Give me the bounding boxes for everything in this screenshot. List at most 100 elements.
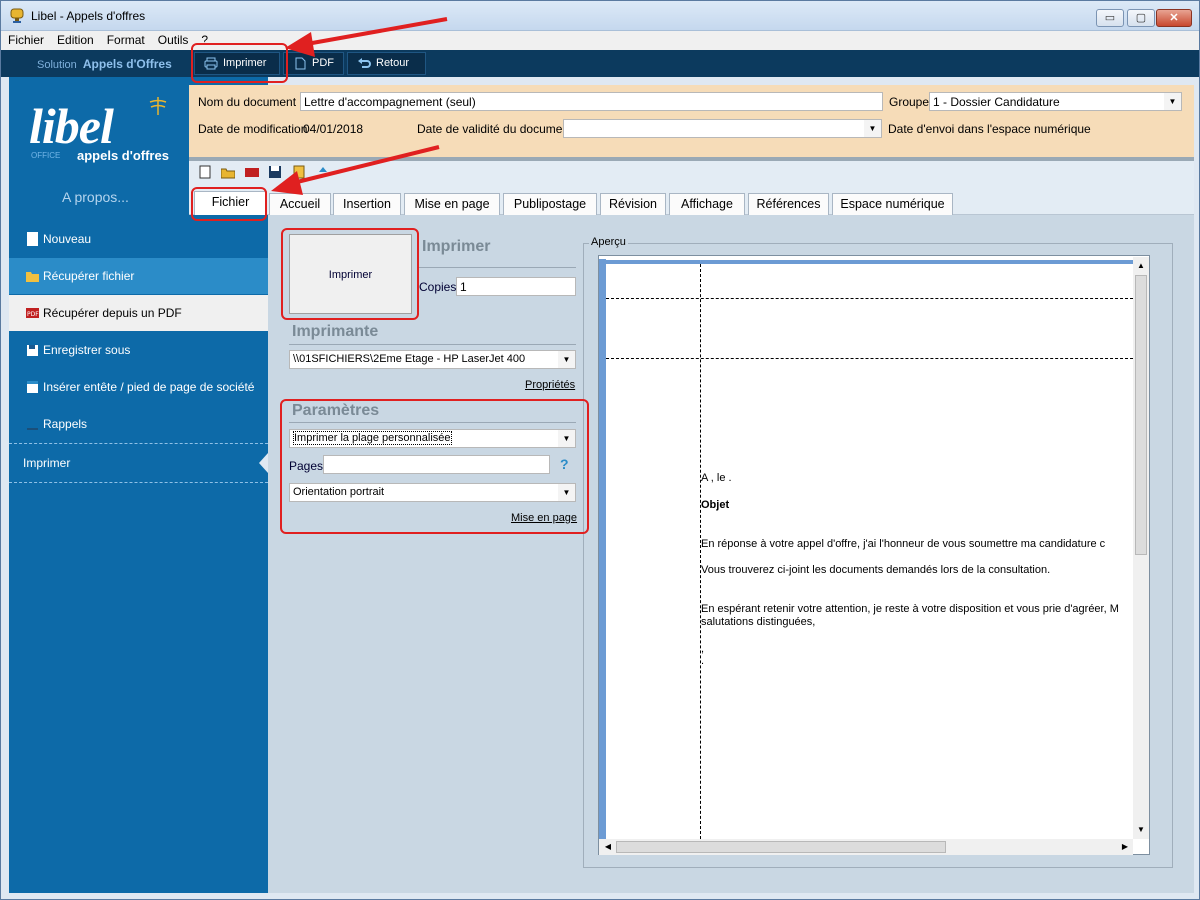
save-as-icon <box>27 345 38 356</box>
annotation-box <box>280 399 589 534</box>
sidebar-item-recuperer-fichier[interactable]: Récupérer fichier <box>9 258 268 294</box>
scroll-right-icon[interactable]: ▶ <box>1118 842 1132 851</box>
preview-line: . <box>701 655 705 667</box>
properties-link[interactable]: Propriétés <box>525 379 575 391</box>
sidebar-item-nouveau[interactable]: Nouveau <box>9 221 268 257</box>
validity-label: Date de validité du document <box>417 122 573 136</box>
scroll-up-icon[interactable]: ▲ <box>1134 261 1148 270</box>
pdf-file-icon: PDF <box>26 308 39 318</box>
sidebar-item-inserer-entete[interactable]: Insérer entête / pied de page de société <box>9 369 268 405</box>
dragonfly-icon <box>149 97 167 115</box>
menu-edition[interactable]: Edition <box>50 31 100 47</box>
solution-name: Appels d'Offres <box>82 57 172 71</box>
preview-line: En réponse à votre appel d'offre, j'ai l… <box>701 538 1106 550</box>
main-toolbar: Solution Appels d'Offres Imprimer PDF Re… <box>1 50 1199 77</box>
annotation-box <box>191 187 267 221</box>
new-file-icon[interactable] <box>198 165 212 179</box>
menu-outils[interactable]: Outils <box>151 31 195 47</box>
margin-guide-horizontal <box>606 358 1133 359</box>
preview-line: , <box>701 643 705 655</box>
preview-line: A , le . <box>701 472 732 484</box>
sidebar-item-recuperer-pdf[interactable]: PDF Récupérer depuis un PDF <box>9 295 268 331</box>
printer-select[interactable]: \\01SFICHIERS\2Eme Etage - HP LaserJet 4… <box>289 350 576 369</box>
pdf-export-icon[interactable] <box>245 165 259 179</box>
sidebar-item-imprimer[interactable]: Imprimer <box>9 445 268 481</box>
header-footer-icon <box>27 381 38 393</box>
printer-value: \\01SFICHIERS\2Eme Etage - HP LaserJet 4… <box>293 353 526 365</box>
sidebar-item-enregistrer-sous[interactable]: Enregistrer sous <box>9 332 268 368</box>
doc-name-field[interactable]: Lettre d'accompagnement (seul) <box>300 92 883 111</box>
doc-name-label: Nom du document <box>198 95 297 109</box>
chevron-down-icon: ▼ <box>1164 93 1181 110</box>
tab-affichage[interactable]: Affichage <box>669 193 745 215</box>
selection-pointer <box>259 453 268 473</box>
divider <box>289 344 576 345</box>
page-margin-stripe <box>599 259 606 839</box>
window-title: Libel - Appels d'offres <box>31 9 146 23</box>
print-section-title: Imprimer <box>422 238 491 255</box>
trophy-icon <box>10 8 24 23</box>
menu-fichier[interactable]: Fichier <box>1 31 50 47</box>
annotation-arrow <box>285 17 448 57</box>
preview-line: Vous trouverez ci-joint les documents de… <box>701 564 1051 576</box>
preview-line: Objet <box>701 499 730 511</box>
minimize-button[interactable]: ▭ <box>1096 9 1124 27</box>
sidebar-item-label: Récupérer fichier <box>43 269 135 283</box>
sidebar-item-rappels[interactable]: Rappels <box>9 406 268 442</box>
menu-format[interactable]: Format <box>100 31 151 47</box>
group-value: 1 - Dossier Candidature <box>933 95 1060 109</box>
reminder-icon <box>27 428 38 430</box>
annotation-box <box>281 228 419 320</box>
logo-office: OFFICE <box>31 151 61 160</box>
maximize-button[interactable]: ▢ <box>1127 9 1155 27</box>
printer-section-title: Imprimante <box>292 323 379 340</box>
solution-label: Solution Appels d'Offres <box>37 57 172 71</box>
sidebar-item-label: Enregistrer sous <box>43 343 131 357</box>
scrollbar-thumb[interactable] <box>1135 275 1147 555</box>
sidebar-item-label: Rappels <box>43 417 88 431</box>
divider <box>9 443 268 444</box>
margin-guide-horizontal <box>606 298 1133 299</box>
preview-line: salutations distinguées, <box>701 616 816 628</box>
annotation-arrow <box>271 145 440 195</box>
divider <box>9 482 268 483</box>
scrollbar-thumb[interactable] <box>616 841 946 853</box>
copies-input[interactable]: 1 <box>456 277 576 296</box>
sent-date-label: Date d'envoi dans l'espace numérique <box>888 122 1091 136</box>
logo-subtitle: appels d'offres <box>77 148 169 163</box>
page-top-stripe <box>606 260 1133 264</box>
sidebar-item-label: Nouveau <box>43 232 92 246</box>
open-folder-icon[interactable] <box>221 165 235 179</box>
copies-label: Copies <box>419 280 457 294</box>
scroll-down-icon[interactable]: ▼ <box>1134 825 1148 834</box>
sidebar-item-label: Récupérer depuis un PDF <box>43 306 182 320</box>
group-label: Groupe <box>889 95 930 109</box>
tab-references[interactable]: Références <box>748 193 829 215</box>
preview-line: En espérant retenir votre attention, je … <box>701 603 1119 615</box>
chevron-down-icon: ▼ <box>864 120 881 137</box>
validity-date-field[interactable]: ▼ <box>563 119 882 138</box>
preview-label: Aperçu <box>589 236 628 248</box>
modified-label: Date de modification <box>198 122 308 136</box>
margin-guide-vertical <box>700 264 701 839</box>
folder-icon <box>26 272 39 282</box>
scroll-left-icon[interactable]: ◀ <box>601 842 615 851</box>
sidebar-item-label: Insérer entête / pied de page de société <box>43 380 255 394</box>
title-bar: Libel - Appels d'offres ▭ ▢ ✕ <box>1 1 1199 31</box>
new-document-icon <box>27 232 38 246</box>
tab-revision[interactable]: Révision <box>600 193 666 215</box>
logo: libel <box>29 98 114 154</box>
sidebar-item-label: Imprimer <box>23 456 71 470</box>
app-window: Libel - Appels d'offres ▭ ▢ ✕ Fichier Edi… <box>0 0 1200 900</box>
chevron-down-icon: ▼ <box>558 351 575 368</box>
solution-prefix: Solution <box>37 59 77 71</box>
tab-publipostage[interactable]: Publipostage <box>503 193 597 215</box>
group-select[interactable]: 1 - Dossier Candidature ▼ <box>929 92 1182 111</box>
about-link[interactable]: A propos... <box>62 189 129 205</box>
divider <box>419 267 576 268</box>
svg-text:PDF: PDF <box>27 311 39 318</box>
preview-page <box>598 255 1150 855</box>
close-button[interactable]: ✕ <box>1156 9 1192 27</box>
menu-bar: Fichier Edition Format Outils? <box>1 31 1199 50</box>
tab-espace-numerique[interactable]: Espace numérique <box>832 193 953 215</box>
